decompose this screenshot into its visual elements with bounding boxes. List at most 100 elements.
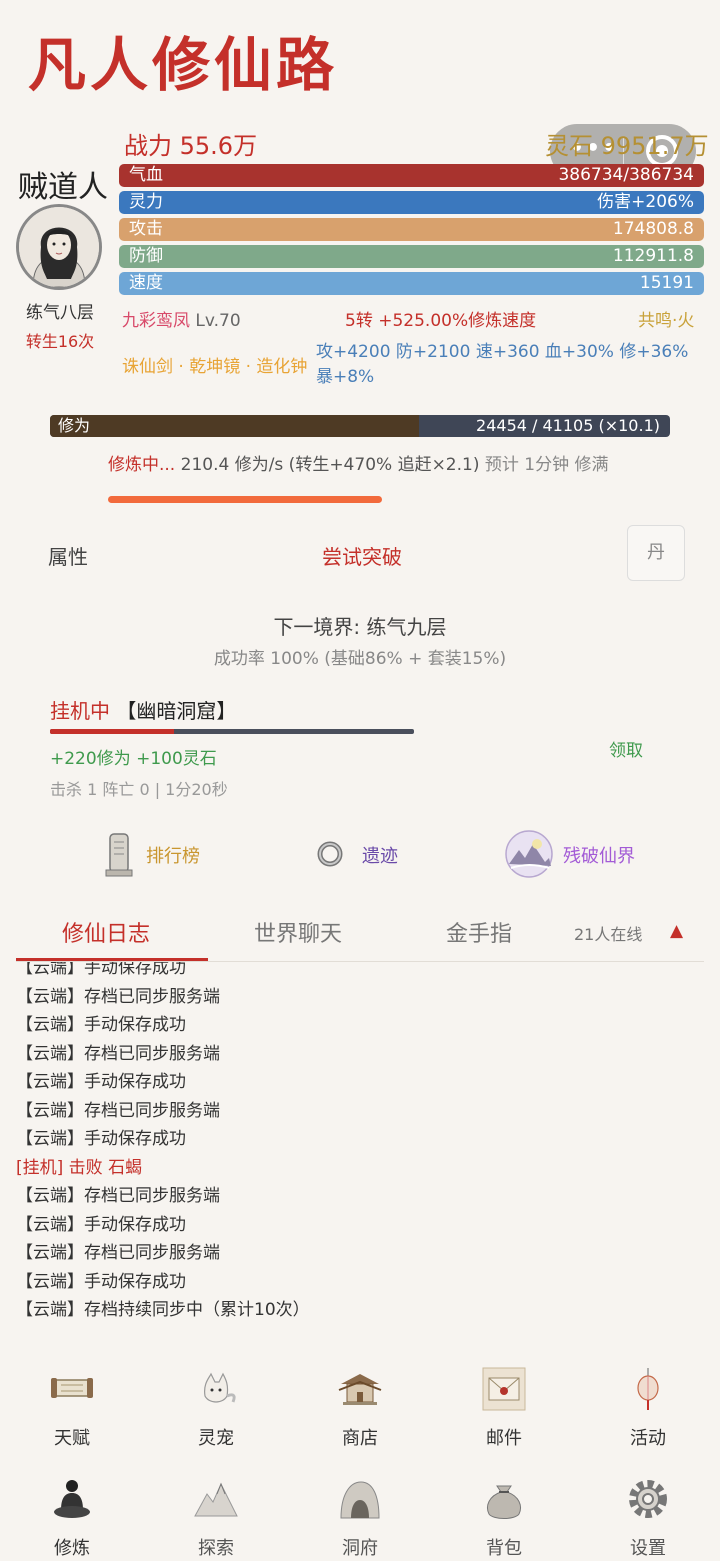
hp-label: 气血 xyxy=(129,165,163,185)
idle-status-label: 挂机中 xyxy=(50,699,110,723)
ring-icon xyxy=(317,841,343,867)
idle-status: 挂机中 【幽暗洞窟】 xyxy=(50,695,236,724)
spirit-power-value: 伤害+206% xyxy=(597,192,694,212)
defense-bar: 防御 112911.8 xyxy=(119,245,704,268)
log-line: 【云端】手动保存成功 xyxy=(16,1015,186,1035)
nav-event-label: 活动 xyxy=(630,1428,666,1449)
log-line: 【云端】手动保存成功 xyxy=(16,1072,186,1092)
success-rate: 成功率 100% (基础86% + 套装15%) xyxy=(213,649,507,669)
combat-power: 战力 55.6万 xyxy=(124,132,258,160)
nav-talent-label: 天赋 xyxy=(54,1428,90,1449)
log-line-battle: [挂机] 击败 石蝎 xyxy=(16,1157,143,1178)
cultivation-active-label: 修炼中... xyxy=(108,455,176,475)
claim-button[interactable]: 领取 xyxy=(609,736,643,761)
cultivation-activity-indicator xyxy=(108,496,382,503)
ruins-label: 遗迹 xyxy=(362,846,398,867)
avatar[interactable] xyxy=(16,204,102,290)
nav-cave-label: 洞府 xyxy=(342,1538,378,1559)
cultivation-value: 24454 / 41105 (×10.1) xyxy=(476,416,660,435)
nav-settings[interactable]: 设置 xyxy=(598,1476,698,1561)
envelope-icon xyxy=(482,1367,526,1411)
nav-explore[interactable]: 探索 xyxy=(166,1476,266,1561)
cultivation-progress-fill xyxy=(50,415,419,437)
gear-icon xyxy=(629,1480,667,1518)
nav-cultivate[interactable]: 修炼 xyxy=(22,1476,122,1561)
breakthrough-button[interactable]: 尝试突破 xyxy=(322,541,402,570)
spirit-stone-count: 灵石 9951.7万 xyxy=(545,132,709,160)
nav-pet-label: 灵宠 xyxy=(198,1428,234,1449)
nav-cave[interactable]: 洞府 xyxy=(310,1476,410,1561)
speed-value: 15191 xyxy=(639,273,694,293)
idle-progress-bar xyxy=(50,729,414,734)
mountain-orb-icon xyxy=(505,830,553,878)
log-line: 【云端】手动保存成功 xyxy=(16,1214,186,1235)
app-title: 凡人修仙路 xyxy=(28,31,339,99)
nav-event[interactable]: 活动 xyxy=(598,1366,698,1456)
cultivation-realm: 练气八层 xyxy=(26,303,94,323)
cultivation-status: 修炼中... 210.4 修为/s (转生+470% 追赶×2.1) 预计 1分… xyxy=(108,450,609,475)
idle-location[interactable]: 【幽暗洞窟】 xyxy=(110,699,236,723)
nav-explore-label: 探索 xyxy=(198,1538,234,1559)
speed-label: 速度 xyxy=(129,273,163,293)
meditating-figure-icon xyxy=(54,1480,90,1518)
idle-stats: 击杀 1 阵亡 0 | 1分20秒 xyxy=(50,780,228,799)
nav-shop-label: 商店 xyxy=(342,1428,378,1449)
equipment-list[interactable]: 诛仙剑 · 乾坤镜 · 造化钟 xyxy=(122,352,307,377)
nav-settings-label: 设置 xyxy=(630,1538,666,1559)
log-line: 【云端】手动保存成功 xyxy=(16,962,186,978)
pill-button[interactable]: 丹 xyxy=(627,525,685,581)
attributes-button[interactable]: 属性 xyxy=(48,541,88,570)
nav-bag-label: 背包 xyxy=(486,1538,522,1559)
cultivation-rate: 210.4 修为/s (转生+470% 追赶×2.1) xyxy=(175,455,485,475)
log-line: 【云端】手动保存成功 xyxy=(16,1271,186,1292)
pet-info[interactable]: 九彩鸾凤 Lv.70 xyxy=(122,306,241,331)
log-tabs: 修仙日志 世界聊天 金手指 21人在线 ▲ xyxy=(16,912,704,962)
resonance-badge: 共鸣·火 xyxy=(638,311,695,331)
log-line: 【云端】存档已同步服务端 xyxy=(16,986,220,1007)
pouch-icon xyxy=(487,1485,521,1519)
nav-talent[interactable]: 天赋 xyxy=(22,1366,122,1456)
cultivation-progress-bar: 修为 24454 / 41105 (×10.1) xyxy=(50,415,670,437)
leaderboard-label: 排行榜 xyxy=(146,846,200,867)
speed-bar: 速度 15191 xyxy=(119,272,704,295)
tab-cultivation-log[interactable]: 修仙日志 xyxy=(62,916,150,948)
rebirth-bonus: 5转 +525.00%修炼速度 xyxy=(345,311,537,331)
fox-icon xyxy=(204,1372,236,1403)
log-line: 【云端】存档已同步服务端 xyxy=(16,1243,220,1263)
log-line: 【云端】存档已同步服务端 xyxy=(16,1043,220,1064)
hp-bar: 气血 386734/386734 xyxy=(119,164,704,187)
scroll-icon xyxy=(51,1378,93,1398)
defense-value: 112911.8 xyxy=(612,246,694,266)
nav-mail-label: 邮件 xyxy=(486,1428,522,1449)
nav-bag[interactable]: 背包 xyxy=(454,1476,554,1561)
log-line: 【云端】存档持续同步中（累计10次） xyxy=(16,1300,310,1320)
nav-pet[interactable]: 灵宠 xyxy=(166,1366,266,1456)
hp-value: 386734/386734 xyxy=(558,165,694,185)
nav-mail[interactable]: 邮件 xyxy=(454,1366,554,1456)
nav-shop[interactable]: 商店 xyxy=(310,1366,410,1456)
active-tab-underline xyxy=(16,958,208,961)
cave-icon xyxy=(340,1481,380,1519)
rebirth-count: 转生16次 xyxy=(25,332,95,351)
pavilion-icon xyxy=(338,1374,382,1405)
log-panel[interactable]: 【云端】手动保存成功 【云端】存档已同步服务端 【云端】手动保存成功 【云端】存… xyxy=(16,962,704,1322)
log-list: 【云端】手动保存成功 【云端】存档已同步服务端 【云端】手动保存成功 【云端】存… xyxy=(16,962,310,1322)
broken-immortal-realm-label: 残破仙界 xyxy=(563,846,635,867)
stele-icon xyxy=(105,833,133,877)
idle-progress-fill xyxy=(50,729,174,734)
equipment-bonus: 攻+4200 防+2100 速+360 血+30% 修+36% 暴+8% xyxy=(316,342,689,387)
collapse-triangle-icon[interactable]: ▲ xyxy=(670,921,683,941)
pet-level: Lv.70 xyxy=(195,311,241,331)
tab-world-chat[interactable]: 世界聊天 xyxy=(254,916,342,948)
spirit-power-bar: 灵力 伤害+206% xyxy=(119,191,704,214)
nav-cultivate-label: 修炼 xyxy=(54,1538,90,1559)
attack-value: 174808.8 xyxy=(612,219,694,239)
lantern-icon xyxy=(637,1368,659,1410)
tab-cheat[interactable]: 金手指 xyxy=(446,916,512,948)
mountains-icon xyxy=(194,1482,238,1517)
online-count: 21人在线 xyxy=(574,925,643,944)
idle-rewards: +220修为 +100灵石 xyxy=(50,749,217,769)
pet-name: 九彩鸾凤 xyxy=(122,311,190,331)
next-realm: 下一境界: 练气九层 xyxy=(273,615,447,639)
cultivation-label: 修为 xyxy=(58,416,91,435)
